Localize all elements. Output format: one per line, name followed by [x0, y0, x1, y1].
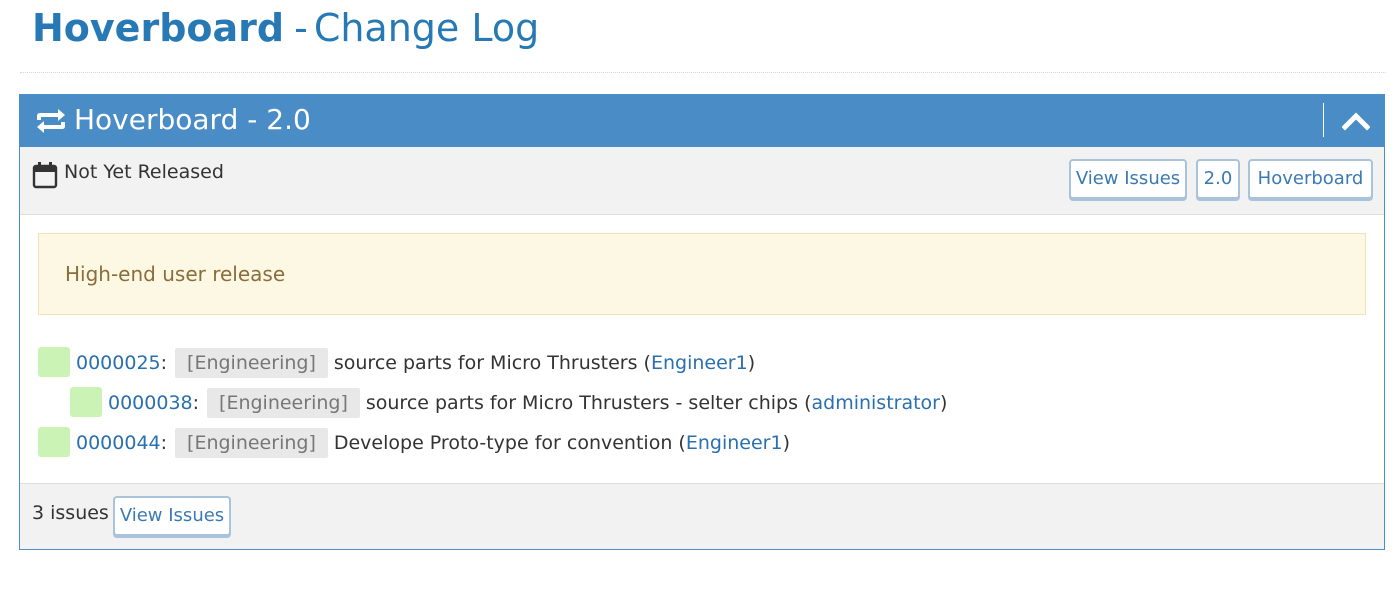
issue-close-paren: )	[782, 432, 790, 454]
footer-view-issues-button[interactable]: View Issues	[113, 496, 231, 536]
issue-close-paren: )	[747, 352, 756, 374]
issue-colon: :	[192, 392, 200, 414]
issue-id-link[interactable]: 0000038	[108, 392, 193, 414]
release-status: Not Yet Released	[64, 161, 224, 183]
issue-category: [Engineering]	[207, 388, 360, 418]
project-button[interactable]: Hoverboard	[1248, 159, 1373, 199]
issue-id-link[interactable]: 0000044	[76, 432, 161, 454]
issue-open-paren: (	[643, 352, 651, 374]
widget-footer: 3 issues View Issues	[20, 483, 1384, 549]
version-widget: Hoverboard - 2.0 Not Yet Released View I…	[19, 94, 1385, 550]
issue-summary: Develope Proto-type for convention	[333, 432, 673, 454]
issue-colon: :	[160, 432, 168, 454]
issue-assignee-link[interactable]: administrator	[811, 392, 940, 414]
header-divider	[20, 72, 1386, 73]
issue-summary: source parts for Micro Thrusters	[333, 352, 638, 374]
release-description: High-end user release	[38, 233, 1366, 315]
issue-id-link[interactable]: 0000025	[76, 352, 161, 374]
issue-body: 0000025: [Engineering] source parts for Mi…	[76, 347, 755, 379]
issue-summary: source parts for Micro Thrusters - selte…	[365, 392, 799, 414]
version-toolbar: Not Yet Released View Issues 2.0 Hoverbo…	[20, 147, 1384, 215]
calendar-icon	[32, 162, 58, 189]
issue-assignee-link[interactable]: Engineer1	[651, 352, 748, 374]
widget-title: Hoverboard - 2.0	[74, 103, 311, 136]
issue-assignee-link[interactable]: Engineer1	[686, 432, 783, 454]
widget-header: Hoverboard - 2.0	[20, 95, 1384, 147]
page-title-separator: -	[294, 6, 308, 50]
issue-category: [Engineering]	[175, 428, 328, 458]
chevron-up-icon[interactable]	[1342, 109, 1370, 133]
widget-header-divider	[1323, 103, 1324, 137]
issue-status-swatch	[38, 427, 70, 457]
issue-category: [Engineering]	[175, 348, 328, 378]
issue-status-swatch	[38, 347, 70, 377]
view-issues-button[interactable]: View Issues	[1069, 159, 1187, 199]
issue-body: 0000038: [Engineering] source parts for Mi…	[108, 387, 947, 419]
page-title-subtitle: Change Log	[313, 6, 540, 50]
issue-colon: :	[160, 352, 168, 374]
issue-status-swatch	[70, 387, 102, 417]
issue-open-paren: (	[678, 432, 686, 454]
issue-count: 3 issues	[32, 502, 109, 524]
version-button[interactable]: 2.0	[1196, 159, 1240, 199]
issue-body: 0000044: [Engineering] Develope Proto-type…	[76, 427, 790, 459]
page-title-brand: Hoverboard	[32, 6, 285, 50]
repeat-icon	[37, 109, 65, 133]
issue-close-paren: )	[940, 392, 948, 414]
page-title: Hoverboard - Change Log	[32, 6, 1388, 56]
